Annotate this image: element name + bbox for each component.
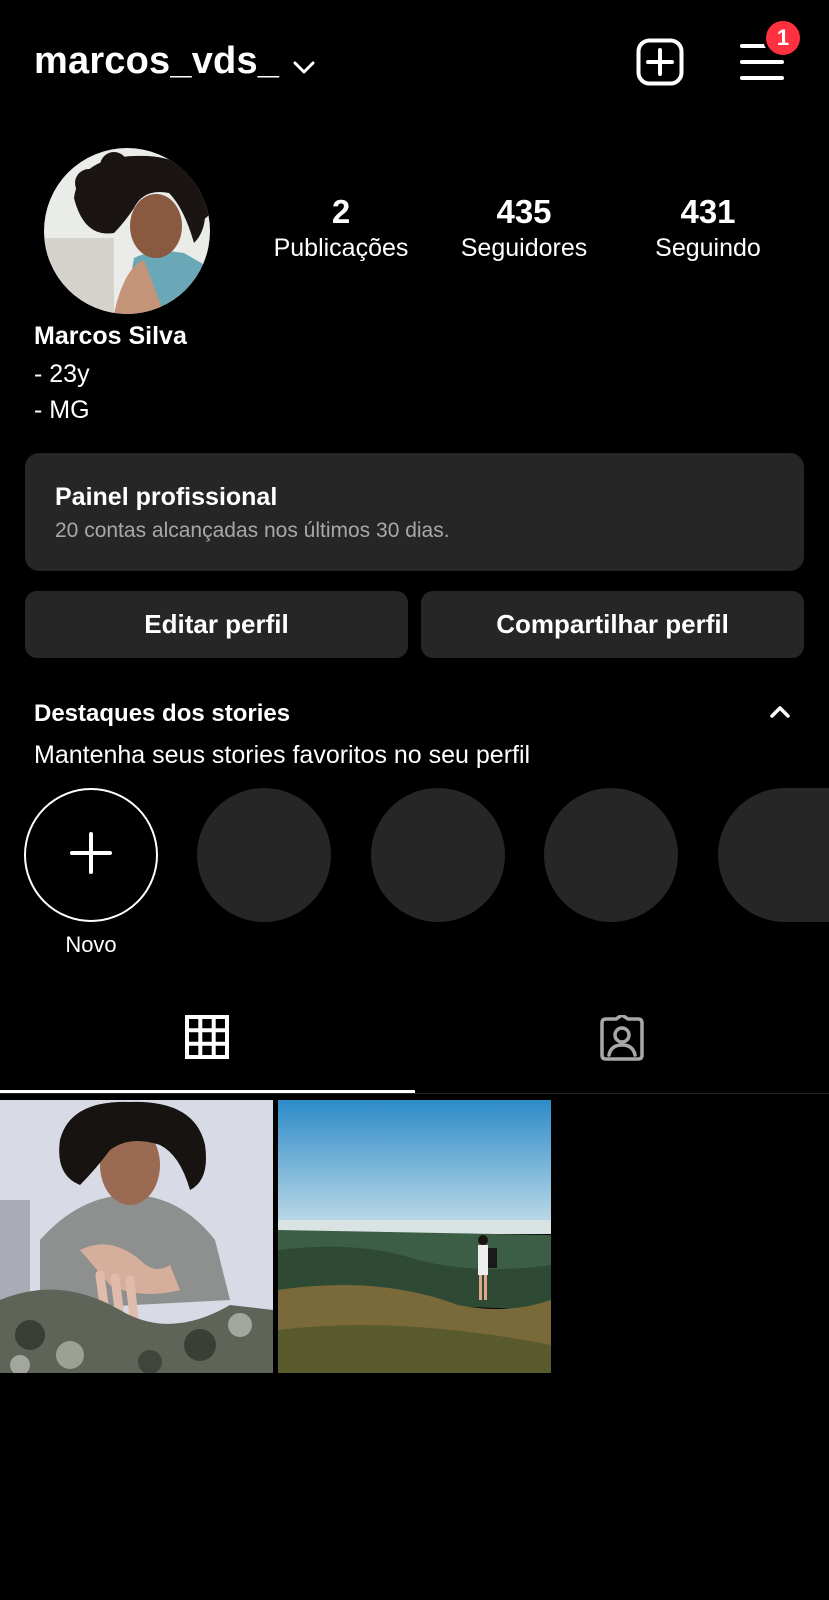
profile-name: Marcos Silva [34,322,187,350]
highlight-placeholder [718,788,829,922]
grid-icon[interactable] [185,1015,229,1064]
stat-posts[interactable]: 2 Publicações [251,192,431,263]
new-highlight-button[interactable] [24,788,158,922]
highlight-placeholder [371,788,505,922]
highlights-subtitle: Mantenha seus stories favoritos no seu p… [34,741,531,769]
stat-followers[interactable]: 435 Seguidores [434,192,614,263]
plus-square-icon[interactable] [636,38,684,91]
notification-badge: 1 [763,18,803,58]
tagged-icon[interactable] [598,1013,646,1066]
professional-dashboard-subtitle: 20 contas alcançadas nos últimos 30 dias… [55,519,450,542]
username: marcos_vds_ [34,40,280,82]
stat-label: Seguidores [460,234,588,262]
new-highlight-label: Novo [65,932,117,957]
professional-dashboard-title: Painel profissional [55,483,278,511]
highlight-placeholder [197,788,331,922]
username-switcher[interactable]: marcos_vds_ [34,38,315,85]
post-thumbnail[interactable] [278,1100,551,1373]
chevron-up-icon[interactable] [769,704,791,725]
highlight-placeholder [544,788,678,922]
bio-line: - 23y [34,360,90,388]
stat-value: 435 [496,193,552,230]
stat-following[interactable]: 431 Seguindo [618,192,798,263]
chevron-down-icon [293,42,315,85]
tab-divider [0,1093,829,1094]
stat-value: 431 [680,193,736,230]
post-thumbnail[interactable] [0,1100,273,1373]
highlights-title: Destaques dos stories [34,700,291,727]
share-profile-button[interactable]: Compartilhar perfil [421,591,804,658]
plus-icon [70,831,112,879]
edit-profile-button[interactable]: Editar perfil [25,591,408,658]
bio-line: - MG [34,396,90,424]
stat-label: Publicações [273,234,409,262]
professional-dashboard[interactable]: Painel profissional 20 contas alcançadas… [25,453,804,571]
active-tab-indicator [0,1090,415,1093]
stat-label: Seguindo [655,234,761,262]
avatar[interactable] [44,148,210,314]
stat-value: 2 [331,193,351,230]
